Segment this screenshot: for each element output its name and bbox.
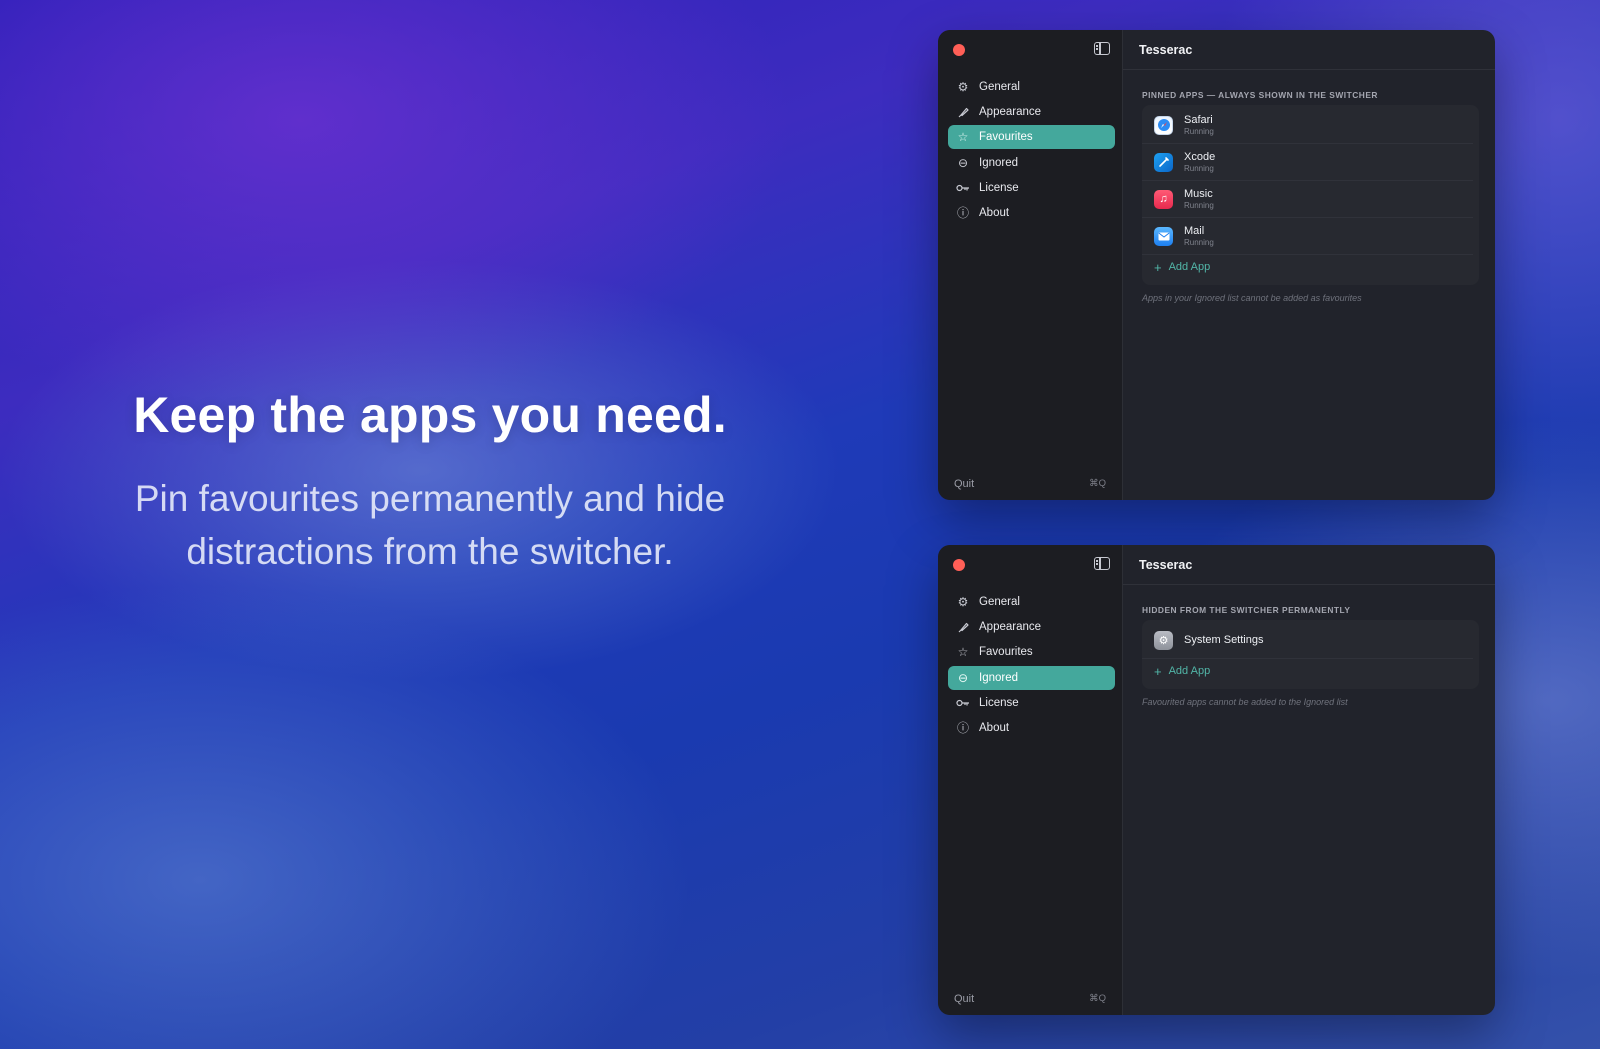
sidebar: ⚙ General Appearance ☆ Favourites ⊖ Igno… <box>938 545 1123 1015</box>
sidebar-item-ignored[interactable]: ⊖ Ignored <box>948 151 1115 175</box>
app-name: Music <box>1184 187 1213 200</box>
music-icon: ♫ <box>1154 189 1173 209</box>
section-title: PINNED APPS — ALWAYS SHOWN IN THE SWITCH… <box>1142 90 1378 100</box>
info-icon: ⓘ <box>956 206 969 221</box>
sidebar-item-about[interactable]: ⓘ About <box>948 716 1115 740</box>
app-name: Mail <box>1184 224 1205 237</box>
sidebar-item-ignored[interactable]: ⊖ Ignored <box>948 665 1115 690</box>
quit-label: Quit <box>954 993 975 1005</box>
app-status: Running <box>1184 237 1214 247</box>
sidebar-item-label: General <box>979 596 1020 608</box>
ignored-apps-section: HIDDEN FROM THE SWITCHER PERMANENTLY ⚙ S… <box>1123 585 1495 707</box>
sidebar-item-label: License <box>979 696 1019 709</box>
add-app-button[interactable]: + Add App <box>1142 255 1479 279</box>
help-note: Favourited apps cannot be added to the I… <box>1142 697 1348 707</box>
system-settings-icon: ⚙ <box>1154 630 1173 650</box>
sidebar-item-label: Favourites <box>979 646 1033 659</box>
ignored-apps-list: ⚙ System Settings + Add App <box>1142 620 1479 689</box>
app-name: Safari <box>1184 113 1213 126</box>
section-title: HIDDEN FROM THE SWITCHER PERMANENTLY <box>1142 605 1351 615</box>
add-app-button[interactable]: + Add App <box>1142 659 1479 683</box>
safari-icon <box>1154 115 1173 135</box>
settings-window-favourites: ⚙ General Appearance ☆ Favourites ⊖ Igno… <box>938 30 1495 500</box>
quit-button[interactable]: Quit ⌘Q <box>938 478 1122 490</box>
sidebar-item-general[interactable]: ⚙ General <box>948 75 1115 99</box>
close-button[interactable] <box>953 44 965 56</box>
add-app-label: Add App <box>1168 665 1211 677</box>
brush-icon <box>956 620 970 634</box>
quit-label: Quit <box>954 478 975 490</box>
sidebar-item-label: License <box>979 181 1019 194</box>
xcode-icon <box>1154 152 1173 172</box>
main-panel: Tesserac PINNED APPS — ALWAYS SHOWN IN T… <box>1123 30 1495 500</box>
window-title: Tesserac <box>1123 30 1495 70</box>
quit-shortcut: ⌘Q <box>1089 993 1106 1004</box>
list-item[interactable]: ♫ Music Running <box>1142 181 1473 218</box>
info-icon: ⓘ <box>956 721 969 736</box>
sidebar-item-label: Ignored <box>979 671 1019 684</box>
sidebar-item-label: Appearance <box>979 621 1042 634</box>
sidebar-item-label: About <box>979 206 1010 219</box>
app-name: Xcode <box>1184 150 1216 163</box>
sidebar-item-general[interactable]: ⚙ General <box>948 590 1115 614</box>
key-icon <box>956 181 970 195</box>
minus-circle-icon: ⊖ <box>957 155 969 170</box>
quit-shortcut: ⌘Q <box>1089 478 1106 489</box>
sidebar-item-label: Appearance <box>979 106 1042 119</box>
sidebar: ⚙ General Appearance ☆ Favourites ⊖ Igno… <box>938 30 1123 500</box>
mail-icon <box>1154 226 1173 246</box>
sidebar-nav: ⚙ General Appearance ☆ Favourites ⊖ Igno… <box>948 75 1115 226</box>
sidebar-toggle-icon[interactable] <box>1094 557 1110 570</box>
plus-icon: + <box>1154 259 1162 275</box>
sidebar-item-license[interactable]: License <box>948 176 1115 200</box>
minus-circle-icon: ⊖ <box>957 670 969 685</box>
gear-icon: ⚙ <box>957 595 969 609</box>
settings-window-ignored: ⚙ General Appearance ☆ Favourites ⊖ Igno… <box>938 545 1495 1015</box>
close-button[interactable] <box>953 559 965 571</box>
gear-icon: ⚙ <box>957 80 969 94</box>
star-icon: ☆ <box>957 130 969 145</box>
app-status: Running <box>1184 200 1214 210</box>
list-item[interactable]: Safari Running <box>1142 107 1473 144</box>
help-note: Apps in your Ignored list cannot be adde… <box>1142 293 1362 303</box>
app-status: Running <box>1184 163 1214 173</box>
hero-subtitle: Pin favourites permanently and hide dist… <box>134 478 726 572</box>
sidebar-item-license[interactable]: License <box>948 691 1115 715</box>
sidebar-item-appearance[interactable]: Appearance <box>948 615 1115 639</box>
list-item[interactable]: Mail Running <box>1142 218 1473 255</box>
sidebar-toggle-icon[interactable] <box>1094 42 1110 55</box>
hero-title: Keep the apps you need. <box>133 387 727 443</box>
brush-icon <box>956 105 970 119</box>
list-item[interactable]: ⚙ System Settings <box>1142 622 1473 659</box>
add-app-label: Add App <box>1168 261 1211 273</box>
sidebar-item-label: General <box>979 81 1020 93</box>
app-status: Running <box>1184 126 1214 136</box>
window-title: Tesserac <box>1123 545 1495 585</box>
app-name: System Settings <box>1184 633 1264 646</box>
sidebar-item-about[interactable]: ⓘ About <box>948 201 1115 225</box>
plus-icon: + <box>1154 663 1162 679</box>
hero: Keep the apps you need. Pin favourites p… <box>40 386 820 578</box>
sidebar-item-appearance[interactable]: Appearance <box>948 100 1115 124</box>
quit-button[interactable]: Quit ⌘Q <box>938 993 1122 1005</box>
pinned-apps-section: PINNED APPS — ALWAYS SHOWN IN THE SWITCH… <box>1123 70 1495 303</box>
list-item[interactable]: Xcode Running <box>1142 144 1473 181</box>
sidebar-item-favourites[interactable]: ☆ Favourites <box>948 640 1115 664</box>
main-panel: Tesserac HIDDEN FROM THE SWITCHER PERMAN… <box>1123 545 1495 1015</box>
sidebar-item-favourites[interactable]: ☆ Favourites <box>948 125 1115 150</box>
sidebar-item-label: About <box>979 721 1010 734</box>
sidebar-item-label: Ignored <box>979 156 1019 169</box>
sidebar-item-label: Favourites <box>979 131 1033 144</box>
pinned-apps-list: Safari Running Xcode Running ♫ Music Run… <box>1142 105 1479 285</box>
star-icon: ☆ <box>957 645 969 660</box>
sidebar-nav: ⚙ General Appearance ☆ Favourites ⊖ Igno… <box>948 590 1115 741</box>
key-icon <box>956 696 970 710</box>
